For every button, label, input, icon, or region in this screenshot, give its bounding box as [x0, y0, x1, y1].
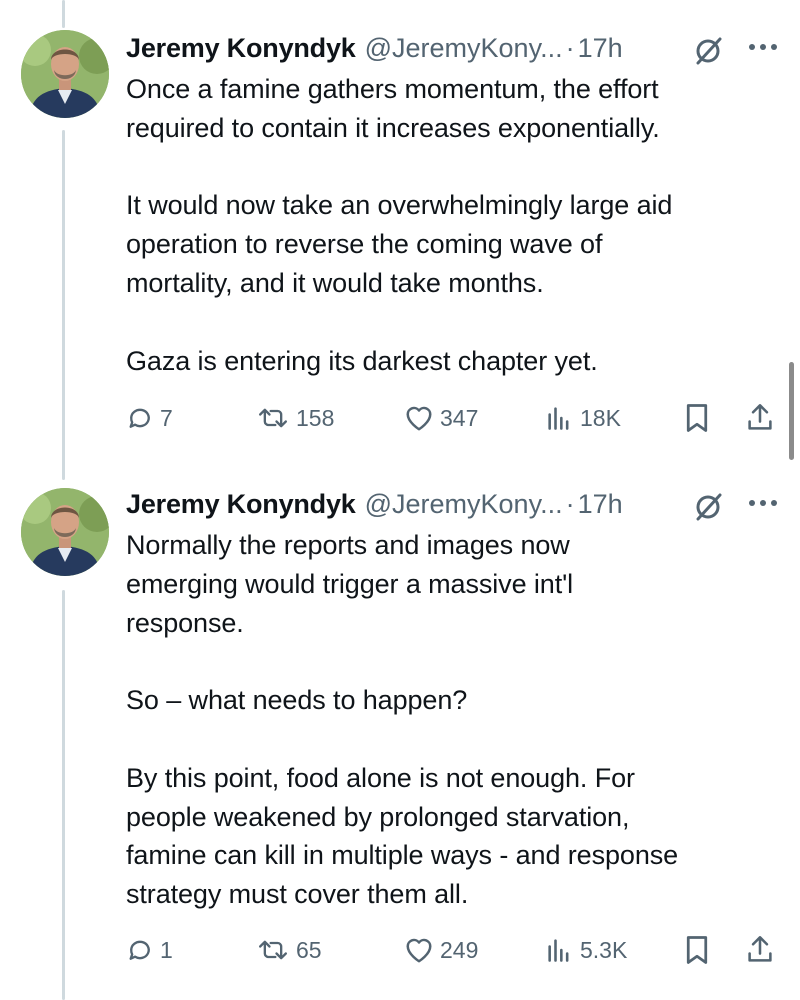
action-bar: 1 65 249 5.3K — [126, 932, 780, 968]
share-button[interactable] — [746, 932, 774, 968]
like-count: 347 — [440, 404, 479, 431]
repost-count: 158 — [296, 404, 335, 431]
author-name[interactable]: Jeremy Konyndyk — [126, 489, 356, 520]
heart-icon — [406, 938, 432, 963]
repost-count: 65 — [296, 936, 322, 963]
repost-button[interactable]: 65 — [256, 932, 322, 968]
tweet[interactable]: Jeremy Konyndyk @JeremyKony... · 17h Onc… — [0, 28, 800, 468]
thread-line-top — [62, 0, 65, 28]
views-button[interactable]: 5.3K — [544, 932, 627, 968]
author-handle[interactable]: @JeremyKony... — [365, 33, 563, 64]
grok-icon[interactable] — [692, 491, 724, 523]
more-icon[interactable] — [748, 496, 778, 510]
reply-count: 7 — [160, 404, 173, 431]
avatar[interactable] — [21, 30, 109, 118]
bookmark-icon — [686, 404, 708, 432]
author-name[interactable]: Jeremy Konyndyk — [126, 33, 356, 64]
separator-dot: · — [565, 488, 575, 519]
tweet-text: Once a famine gathers momentum, the effo… — [126, 74, 673, 376]
like-count: 249 — [440, 936, 479, 963]
avatar[interactable] — [21, 488, 109, 576]
grok-icon[interactable] — [692, 35, 724, 67]
reply-icon — [129, 940, 150, 960]
views-icon — [548, 939, 569, 962]
views-count: 18K — [580, 404, 621, 431]
like-button[interactable]: 347 — [404, 400, 478, 436]
share-icon — [748, 404, 772, 430]
views-button[interactable]: 18K — [544, 400, 621, 436]
action-bar: 7 158 347 18K — [126, 400, 780, 436]
separator-dot: · — [565, 32, 575, 63]
bookmark-icon — [686, 936, 708, 964]
reply-icon — [129, 408, 150, 428]
share-button[interactable] — [746, 400, 774, 436]
reply-button[interactable]: 1 — [126, 932, 173, 968]
timestamp[interactable]: 17h — [578, 489, 623, 520]
tweet[interactable]: Jeremy Konyndyk @JeremyKony... · 17h Nor… — [0, 484, 800, 994]
share-icon — [748, 936, 772, 962]
more-icon[interactable] — [748, 40, 778, 54]
views-count: 5.3K — [580, 936, 628, 963]
timestamp[interactable]: 17h — [578, 33, 623, 64]
repost-icon — [259, 940, 288, 960]
bookmark-button[interactable] — [684, 932, 710, 968]
repost-icon — [259, 408, 288, 428]
reply-button[interactable]: 7 — [126, 400, 173, 436]
heart-icon — [406, 406, 432, 431]
views-icon — [548, 407, 569, 430]
bookmark-button[interactable] — [684, 400, 710, 436]
like-button[interactable]: 249 — [404, 932, 478, 968]
author-handle[interactable]: @JeremyKony... — [365, 489, 563, 520]
repost-button[interactable]: 158 — [256, 400, 334, 436]
tweet-text: Normally the reports and images now emer… — [126, 530, 679, 910]
reply-count: 1 — [160, 936, 173, 963]
